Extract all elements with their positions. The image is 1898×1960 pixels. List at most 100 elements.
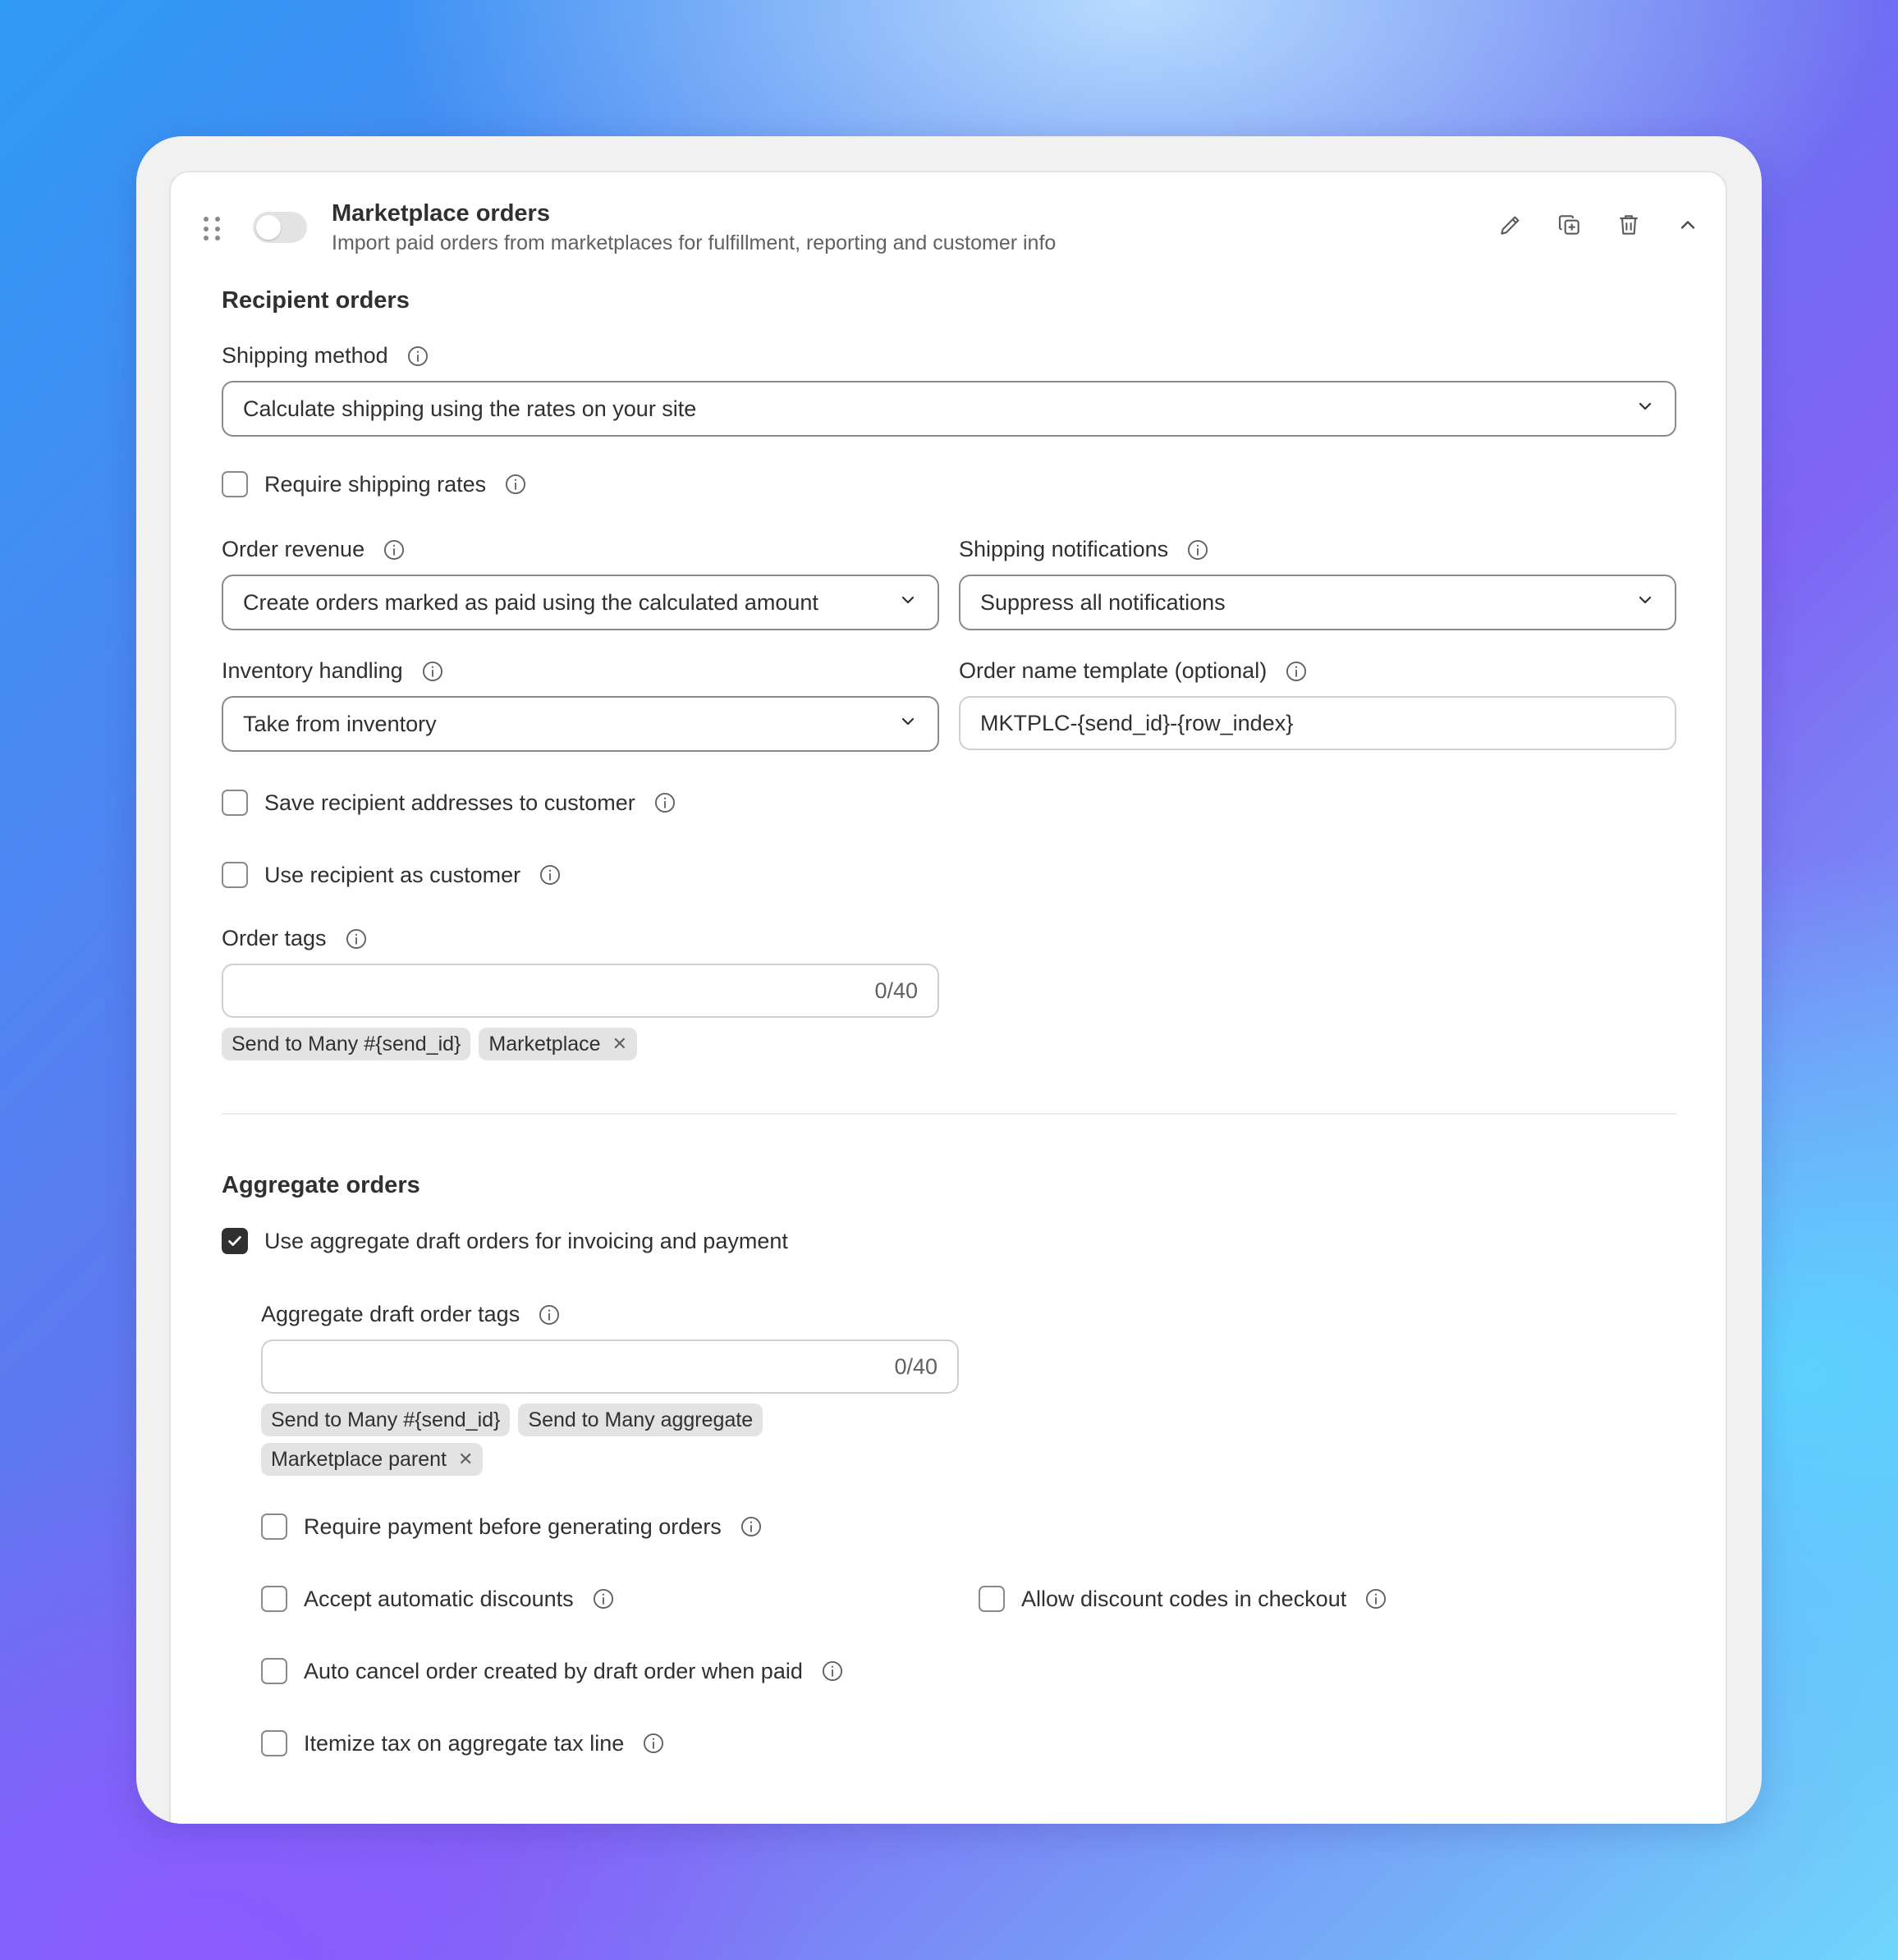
- save-addresses-label: Save recipient addresses to customer: [264, 790, 635, 815]
- accept-discounts-checkbox[interactable]: Accept automatic discounts: [261, 1586, 615, 1612]
- chevron-down-icon: [898, 712, 918, 737]
- itemize-tax-checkbox[interactable]: Itemize tax on aggregate tax line: [261, 1730, 665, 1756]
- order-tags-input[interactable]: 0/40: [222, 964, 939, 1018]
- info-icon[interactable]: [592, 1587, 615, 1610]
- checkbox-box[interactable]: [261, 1514, 287, 1540]
- inventory-handling-value: Take from inventory: [243, 711, 437, 736]
- tag-chip: Send to Many #{send_id}: [261, 1404, 511, 1436]
- order-tags-counter: 0/40: [874, 978, 918, 1003]
- tag-chip: Send to Many #{send_id}: [222, 1028, 471, 1060]
- section-divider: [222, 1113, 1676, 1115]
- order-revenue-label-text: Order revenue: [222, 537, 365, 561]
- use-aggregate-checkbox[interactable]: Use aggregate draft orders for invoicing…: [222, 1228, 788, 1254]
- window-frame: Marketplace orders Import paid orders fr…: [136, 136, 1762, 1824]
- require-shipping-rates-checkbox[interactable]: Require shipping rates: [222, 471, 527, 497]
- checkbox-box[interactable]: [261, 1586, 287, 1612]
- allow-codes-label: Allow discount codes in checkout: [1021, 1586, 1347, 1611]
- info-icon[interactable]: [1186, 538, 1209, 561]
- close-icon[interactable]: ✕: [458, 1449, 473, 1470]
- chevron-down-icon: [898, 590, 918, 616]
- checkbox-box[interactable]: [261, 1730, 287, 1756]
- checkbox-box[interactable]: [222, 862, 248, 888]
- auto-cancel-label: Auto cancel order created by draft order…: [304, 1658, 803, 1683]
- info-icon[interactable]: [1285, 660, 1308, 683]
- tag-label: Marketplace parent: [271, 1447, 447, 1471]
- shipping-method-label-text: Shipping method: [222, 343, 388, 368]
- shipping-method-select[interactable]: Calculate shipping using the rates on yo…: [222, 381, 1676, 437]
- itemize-tax-label: Itemize tax on aggregate tax line: [304, 1730, 625, 1756]
- require-payment-label: Require payment before generating orders: [304, 1514, 722, 1539]
- info-icon[interactable]: [345, 927, 368, 950]
- shipping-notifications-select[interactable]: Suppress all notifications: [959, 575, 1676, 630]
- checkmark-icon: [228, 1236, 241, 1246]
- checkbox-box[interactable]: [979, 1586, 1005, 1612]
- tag-label: Marketplace: [488, 1032, 601, 1056]
- checkbox-box[interactable]: [222, 790, 248, 816]
- auto-cancel-checkbox[interactable]: Auto cancel order created by draft order…: [261, 1658, 844, 1684]
- chevron-down-icon: [1635, 590, 1655, 616]
- settings-card: Marketplace orders Import paid orders fr…: [169, 171, 1727, 1824]
- card-subtitle: Import paid orders from marketplaces for…: [332, 231, 1057, 254]
- draft-tags-input[interactable]: 0/40: [261, 1339, 959, 1394]
- inventory-handling-select[interactable]: Take from inventory: [222, 696, 939, 752]
- tag-label: Send to Many aggregate: [528, 1408, 754, 1431]
- tag-chip: Marketplace parent ✕: [261, 1443, 484, 1476]
- checkbox-box[interactable]: [222, 1228, 248, 1254]
- draft-tags-counter: 0/40: [894, 1353, 938, 1379]
- draft-tags-label-text: Aggregate draft order tags: [261, 1302, 520, 1326]
- draft-tags-list: Send to Many #{send_id} Send to Many agg…: [261, 1404, 763, 1436]
- order-revenue-value: Create orders marked as paid using the c…: [243, 589, 818, 615]
- enable-toggle[interactable]: [253, 212, 307, 243]
- edit-icon[interactable]: [1494, 208, 1527, 241]
- info-icon[interactable]: [504, 473, 527, 496]
- order-tags-label-text: Order tags: [222, 926, 327, 950]
- require-payment-checkbox[interactable]: Require payment before generating orders: [261, 1514, 763, 1540]
- save-addresses-checkbox[interactable]: Save recipient addresses to customer: [222, 790, 676, 816]
- order-revenue-label: Order revenue: [222, 537, 406, 562]
- draft-tags-list-row-2: Marketplace parent ✕: [261, 1443, 484, 1476]
- order-tags-list: Send to Many #{send_id} Marketplace ✕: [222, 1028, 637, 1060]
- use-recipient-label: Use recipient as customer: [264, 862, 521, 887]
- tag-label: Send to Many #{send_id}: [271, 1408, 501, 1431]
- delete-icon[interactable]: [1612, 208, 1645, 241]
- allow-codes-checkbox[interactable]: Allow discount codes in checkout: [979, 1586, 1387, 1612]
- order-revenue-select[interactable]: Create orders marked as paid using the c…: [222, 575, 939, 630]
- tag-chip: Marketplace ✕: [479, 1028, 637, 1060]
- recipient-section-title: Recipient orders: [222, 287, 410, 314]
- shipping-notifications-label: Shipping notifications: [959, 537, 1209, 562]
- info-icon[interactable]: [653, 791, 676, 814]
- tag-label: Send to Many #{send_id}: [232, 1032, 461, 1056]
- info-icon[interactable]: [406, 345, 429, 368]
- info-icon[interactable]: [539, 863, 562, 886]
- info-icon[interactable]: [538, 1303, 561, 1326]
- shipping-method-label: Shipping method: [222, 343, 429, 369]
- duplicate-icon[interactable]: [1553, 208, 1586, 241]
- accept-discounts-label: Accept automatic discounts: [304, 1586, 574, 1611]
- checkbox-box[interactable]: [222, 471, 248, 497]
- checkbox-box[interactable]: [261, 1658, 287, 1684]
- info-icon[interactable]: [421, 660, 444, 683]
- info-icon[interactable]: [1364, 1587, 1387, 1610]
- close-icon[interactable]: ✕: [612, 1033, 627, 1055]
- info-icon[interactable]: [642, 1732, 665, 1755]
- tag-chip: Send to Many aggregate: [518, 1404, 763, 1436]
- shipping-notifications-label-text: Shipping notifications: [959, 537, 1169, 561]
- info-icon[interactable]: [383, 538, 406, 561]
- aggregate-section-title: Aggregate orders: [222, 1172, 420, 1198]
- info-icon[interactable]: [821, 1660, 844, 1683]
- draft-tags-label: Aggregate draft order tags: [261, 1302, 561, 1327]
- order-name-template-input[interactable]: MKTPLC-{send_id}-{row_index}: [959, 696, 1676, 750]
- chevron-up-icon[interactable]: [1671, 208, 1704, 241]
- shipping-notifications-value: Suppress all notifications: [980, 589, 1226, 615]
- order-name-template-label-text: Order name template (optional): [959, 658, 1268, 683]
- chevron-down-icon: [1635, 396, 1655, 422]
- order-tags-label: Order tags: [222, 926, 368, 951]
- inventory-handling-label: Inventory handling: [222, 658, 444, 684]
- info-icon[interactable]: [740, 1515, 763, 1538]
- drag-handle-icon[interactable]: [204, 217, 222, 241]
- inventory-handling-label-text: Inventory handling: [222, 658, 403, 683]
- use-recipient-checkbox[interactable]: Use recipient as customer: [222, 862, 562, 888]
- card-title: Marketplace orders: [332, 200, 550, 227]
- shipping-method-value: Calculate shipping using the rates on yo…: [243, 396, 697, 421]
- require-shipping-rates-label: Require shipping rates: [264, 471, 487, 497]
